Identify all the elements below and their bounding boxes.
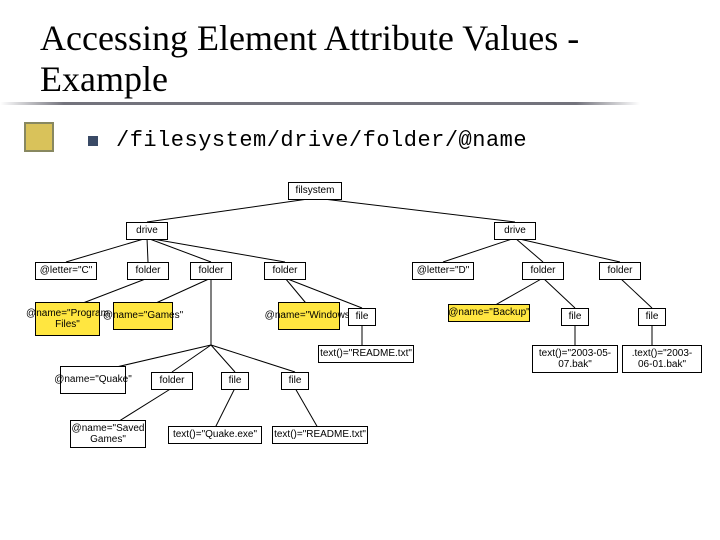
node-attr-letter-c: @letter="C" (35, 262, 97, 280)
slide-title: Accessing Element Attribute Values - Exa… (0, 0, 720, 105)
node-attr-windows: @name="Windows" (278, 302, 340, 330)
node-text-readme-2: text()="README.txt" (272, 426, 368, 444)
node-folder-games-sub: folder (151, 372, 193, 390)
node-file-2-1: file (561, 308, 589, 326)
node-text-readme-1: text()="README.txt" (318, 345, 414, 363)
bullet-icon (88, 136, 98, 146)
node-folder-2-1: folder (522, 262, 564, 280)
node-text-quake-exe: text()="Quake.exe" (168, 426, 262, 444)
node-drive-1: drive (126, 222, 168, 240)
node-root: filsystem (288, 182, 342, 200)
node-attr-program-files: @name="Program Files" (35, 302, 100, 336)
bullet-row: /filesystem/drive/folder/@name (88, 128, 527, 153)
node-file-2-2: file (638, 308, 666, 326)
node-attr-saved-games: @name="Saved Games" (70, 420, 146, 448)
xpath-expression: /filesystem/drive/folder/@name (116, 128, 527, 153)
node-file-g2: file (281, 372, 309, 390)
node-file-1: file (348, 308, 376, 326)
node-attr-letter-d: @letter="D" (412, 262, 474, 280)
node-text-bak-1: text()="2003-05-07.bak" (532, 345, 618, 373)
accent-square (24, 122, 54, 152)
node-folder-1-3: folder (264, 262, 306, 280)
tree-diagram: filsystem drive drive @letter="C" folder… (40, 180, 700, 510)
node-drive-2: drive (494, 222, 536, 240)
node-attr-backup: @name="Backup" (448, 304, 530, 322)
node-attr-games: @name="Games" (113, 302, 173, 330)
title-underline (0, 102, 640, 105)
node-attr-quake: @name="Quake" (60, 366, 126, 394)
node-folder-2-2: folder (599, 262, 641, 280)
node-folder-1-1: folder (127, 262, 169, 280)
node-file-g1: file (221, 372, 249, 390)
node-text-bak-2: .text()="2003-06-01.bak" (622, 345, 702, 373)
node-folder-1-2: folder (190, 262, 232, 280)
